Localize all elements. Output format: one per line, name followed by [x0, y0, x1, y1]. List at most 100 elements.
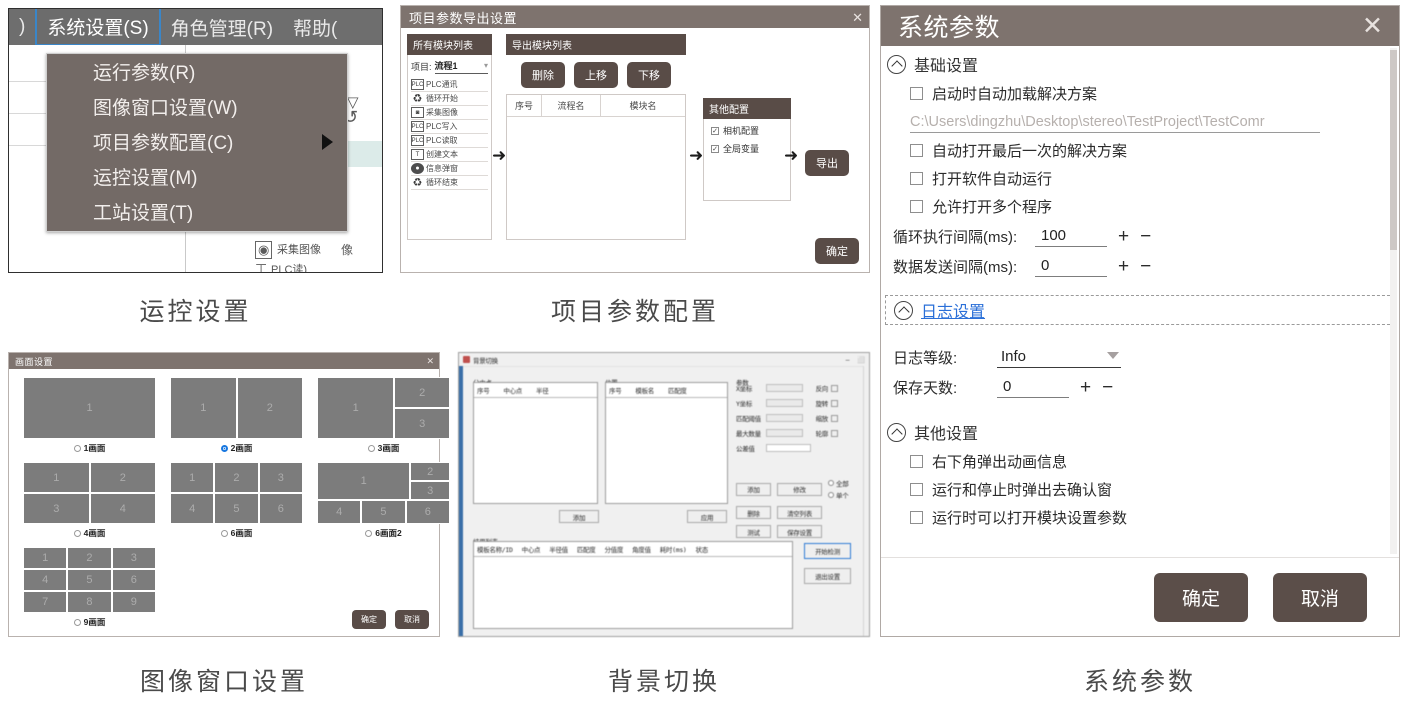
layout-option-6[interactable]: 1 2 3 4 5 6 6画面: [170, 462, 303, 539]
minimize-icon[interactable]: –: [846, 356, 850, 364]
checkbox-icon[interactable]: [910, 172, 923, 185]
clear-list-button[interactable]: 清空列表: [777, 506, 822, 519]
decrement-button[interactable]: −: [1102, 378, 1113, 397]
radio-row[interactable]: 6画面2: [317, 527, 450, 539]
menu-option-motion-control-settings[interactable]: 运控设置(M): [47, 159, 347, 194]
list-item[interactable]: ♻ 循环开始: [411, 92, 488, 106]
layout-option-2[interactable]: 1 2 2画面: [170, 377, 303, 454]
scrollbar-thumb[interactable]: [1390, 50, 1397, 250]
radio-icon-selected[interactable]: [828, 480, 834, 486]
delete-button[interactable]: 删除: [521, 62, 565, 88]
field-spinner[interactable]: [766, 444, 811, 452]
left-list-view[interactable]: 序号 中心点 半径: [473, 382, 598, 504]
layout-option-6b[interactable]: 1 2 3 4 5 6 6画面2: [317, 462, 450, 539]
mid-list-view[interactable]: 序号 模板名 匹配度: [605, 382, 728, 504]
confirm-button[interactable]: 确定: [815, 238, 859, 264]
solution-path-field[interactable]: C:\Users\dingzhu\Desktop\stereo\TestProj…: [910, 114, 1320, 133]
start-detect-button[interactable]: 开始检测: [804, 543, 851, 559]
mid-apply-button[interactable]: 应用: [687, 510, 727, 523]
list-item[interactable]: ♻ 循环结束: [411, 176, 488, 190]
checkbox-row-camera-config[interactable]: ✓ 相机配置: [704, 119, 790, 137]
save-settings-button[interactable]: 保存设置: [777, 525, 822, 538]
layout-option-3[interactable]: 1 2 3 3画面: [317, 377, 450, 454]
radio-icon[interactable]: [828, 492, 834, 498]
maximize-icon[interactable]: ⬜: [857, 356, 865, 364]
radio-icon[interactable]: [73, 444, 81, 452]
field-select[interactable]: [766, 429, 803, 437]
list-item[interactable]: T 创建文本: [411, 148, 488, 162]
send-interval-input[interactable]: 0: [1035, 257, 1107, 277]
radio-row[interactable]: 9画面: [23, 616, 156, 628]
radio-row[interactable]: 4画面: [23, 527, 156, 539]
checkbox-row-autorun[interactable]: 打开软件自动运行: [881, 161, 1399, 189]
cancel-button[interactable]: 取消: [1272, 572, 1367, 622]
cancel-button[interactable]: 取消: [395, 610, 429, 629]
group-header-basic[interactable]: 基础设置: [881, 46, 1399, 76]
radio-row[interactable]: 6画面: [170, 527, 303, 539]
delete-button[interactable]: 删除: [736, 506, 771, 519]
radio-row[interactable]: 2画面: [170, 442, 303, 454]
export-button[interactable]: 导出: [805, 150, 849, 176]
checkbox-row-autoload[interactable]: 启动时自动加载解决方案: [881, 76, 1399, 104]
checkbox-icon[interactable]: [831, 384, 838, 392]
log-level-select[interactable]: Info: [997, 348, 1121, 368]
radio-icon[interactable]: [367, 444, 375, 452]
save-days-input[interactable]: 0: [997, 378, 1069, 398]
confirm-button[interactable]: 确定: [1153, 572, 1248, 622]
menu-option-station-settings[interactable]: 工站设置(T): [47, 194, 347, 229]
list-item[interactable]: ◙ 采集图像: [411, 106, 488, 120]
left-add-button[interactable]: 添加: [559, 510, 599, 523]
decrement-button[interactable]: −: [1140, 227, 1151, 246]
layout-option-9[interactable]: 1 2 3 4 5 6 7 8 9 9画面: [23, 547, 156, 628]
chevron-up-icon[interactable]: [894, 300, 913, 320]
radio-row[interactable]: 1画面: [23, 442, 156, 454]
layout-option-4[interactable]: 1 2 3 4 4画面: [23, 462, 156, 539]
move-down-button[interactable]: 下移: [627, 62, 671, 88]
confirm-button[interactable]: 确定: [352, 610, 386, 629]
radio-icon-selected[interactable]: [220, 444, 228, 452]
add-button[interactable]: 添加: [736, 482, 771, 496]
checkbox-icon[interactable]: [910, 511, 923, 524]
checkbox-icon[interactable]: ✓: [711, 126, 719, 135]
radio-icon[interactable]: [365, 529, 373, 537]
increment-button[interactable]: +: [1118, 257, 1129, 276]
checkbox-icon[interactable]: [910, 455, 923, 468]
move-up-button[interactable]: 上移: [574, 62, 618, 88]
group-header-other[interactable]: 其他设置: [881, 398, 1399, 444]
checkbox-icon[interactable]: [831, 429, 838, 437]
menu-item-role-management[interactable]: 角色管理(R): [161, 9, 283, 45]
menu-option-image-window-settings[interactable]: 图像窗口设置(W): [47, 89, 347, 124]
close-icon[interactable]: ✕: [1362, 13, 1383, 39]
radio-icon[interactable]: [73, 618, 81, 626]
radio-icon[interactable]: [73, 529, 81, 537]
checkbox-row-open-module-params[interactable]: 运行时可以打开模块设置参数: [881, 500, 1399, 528]
results-list-view[interactable]: 模板名称/ID 中心点 半径值 匹配度 分值度 角度值 耗时(ms) 状态: [473, 541, 793, 629]
checkbox-icon[interactable]: [910, 200, 923, 213]
checkbox-icon[interactable]: [910, 483, 923, 496]
menu-item-partial-left[interactable]: ): [9, 9, 35, 45]
test-button[interactable]: 测试: [736, 525, 771, 538]
layout-option-1[interactable]: 1 1画面: [23, 377, 156, 454]
checkbox-row-confirm-dialog[interactable]: 运行和停止时弹出去确认窗: [881, 472, 1399, 500]
checkbox-row-popup-anim[interactable]: 右下角弹出动画信息: [881, 444, 1399, 472]
system-settings-dropdown[interactable]: 运行参数(R) 图像窗口设置(W) 项目参数配置(C) 运控设置(M) 工站设置…: [46, 53, 348, 232]
loop-interval-input[interactable]: 100: [1035, 227, 1107, 247]
group-header-log-focus[interactable]: 日志设置: [885, 295, 1395, 325]
project-selector-row[interactable]: 项目: 流程1 ▾: [408, 55, 491, 76]
export-modules-table[interactable]: 序号 流程名 模块名: [506, 94, 686, 240]
close-icon[interactable]: ✕: [852, 11, 863, 24]
project-select[interactable]: 流程1 ▾: [434, 59, 488, 74]
checkbox-row-global-var[interactable]: ✓ 全局变量: [704, 137, 790, 155]
menu-option-project-param-config[interactable]: 项目参数配置(C): [47, 124, 347, 159]
list-item[interactable]: PLC PLC通讯: [411, 78, 488, 92]
list-item[interactable]: PLC PLC写入: [411, 120, 488, 134]
increment-button[interactable]: +: [1080, 378, 1091, 397]
checkbox-icon[interactable]: [910, 87, 923, 100]
checkbox-row-openlast[interactable]: 自动打开最后一次的解决方案: [881, 133, 1399, 161]
list-item[interactable]: ● 信息弹窗: [411, 162, 488, 176]
exit-settings-button[interactable]: 退出设置: [804, 568, 851, 584]
menu-option-run-params[interactable]: 运行参数(R): [47, 54, 347, 89]
increment-button[interactable]: +: [1118, 227, 1129, 246]
checkbox-row-multiinstance[interactable]: 允许打开多个程序: [881, 189, 1399, 217]
field-input[interactable]: [766, 384, 803, 392]
